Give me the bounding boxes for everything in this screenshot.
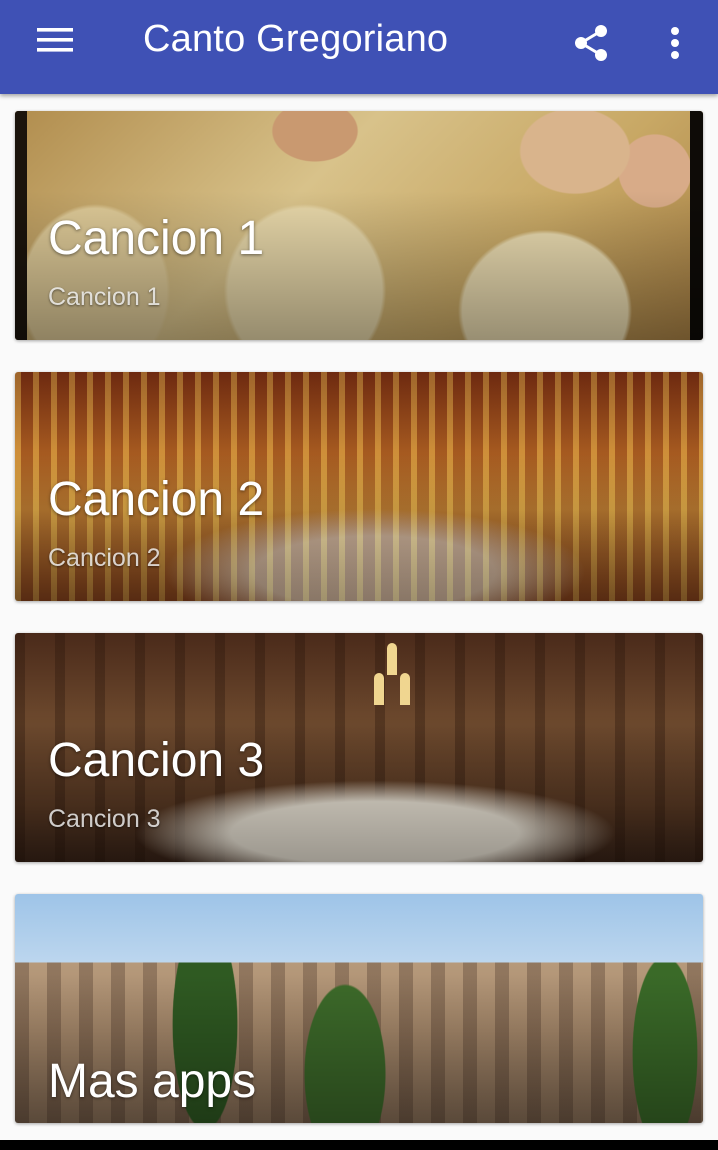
card-subtitle: Cancion 1 [48, 283, 161, 311]
app-title: Canto Gregoriano [143, 18, 449, 60]
card-title: Cancion 3 [48, 734, 265, 787]
song-card-1[interactable]: Cancion 1 Cancion 1 [15, 111, 703, 340]
hamburger-menu-icon [37, 28, 73, 52]
song-card-2[interactable]: Cancion 2 Cancion 2 [15, 372, 703, 601]
more-apps-card[interactable]: Mas apps [15, 894, 703, 1123]
share-icon [575, 25, 607, 61]
card-title: Cancion 1 [48, 212, 265, 265]
card-title: Cancion 2 [48, 473, 265, 526]
card-subtitle: Cancion 2 [48, 544, 161, 572]
more-options-button[interactable] [650, 18, 700, 68]
more-vertical-icon [671, 27, 679, 59]
system-nav-bar [0, 1140, 718, 1150]
song-card-3[interactable]: Cancion 3 Cancion 3 [15, 633, 703, 862]
share-button[interactable] [566, 18, 616, 68]
card-title: Mas apps [48, 1055, 257, 1108]
app-bar: Canto Gregoriano [0, 0, 718, 94]
card-subtitle: Cancion 3 [48, 805, 161, 833]
menu-button[interactable] [20, 14, 90, 66]
